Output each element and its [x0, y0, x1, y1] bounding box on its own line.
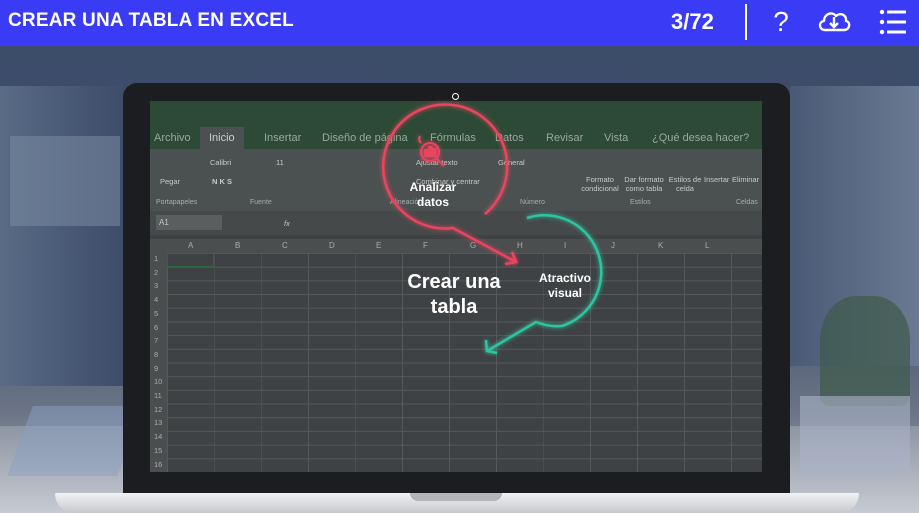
tab-formulas[interactable]: Fórmulas: [430, 132, 476, 144]
column-header[interactable]: D: [329, 241, 335, 250]
font-size-select[interactable]: 11: [276, 158, 284, 167]
name-box[interactable]: A1: [156, 215, 222, 230]
group-label: Portapapeles: [156, 199, 198, 206]
top-bar: CREAR UNA TABLA EN EXCEL 3/72 ?: [0, 0, 919, 46]
question-icon[interactable]: ?: [767, 4, 795, 40]
column-header[interactable]: B: [235, 241, 240, 250]
row-header[interactable]: 9: [154, 364, 158, 373]
fx-icon: fx: [284, 219, 290, 228]
row-header[interactable]: 5: [154, 309, 158, 318]
tab-archivo[interactable]: Archivo: [154, 132, 191, 144]
delete-cells-button[interactable]: Eliminar: [732, 175, 759, 184]
insert-cells-button[interactable]: Insertar: [704, 175, 729, 184]
tab-revisar[interactable]: Revisar: [546, 132, 583, 144]
header-divider: [745, 4, 747, 40]
laptop-notch: [410, 493, 502, 501]
row-header[interactable]: 11: [154, 391, 162, 400]
row-header[interactable]: 14: [154, 432, 162, 441]
group-label: Celdas: [736, 199, 758, 206]
menu-list-icon[interactable]: [878, 6, 908, 38]
row-header[interactable]: 13: [154, 418, 162, 427]
tab-inicio[interactable]: Inicio: [200, 127, 244, 149]
row-header[interactable]: 7: [154, 336, 158, 345]
column-header[interactable]: K: [658, 241, 663, 250]
column-header[interactable]: L: [705, 241, 709, 250]
tab-insertar[interactable]: Insertar: [264, 132, 301, 144]
row-header[interactable]: 16: [154, 460, 162, 469]
font-style-buttons[interactable]: N K S: [212, 177, 232, 186]
font-name-select[interactable]: Calibri: [210, 158, 231, 167]
slide-progress: 3/72: [671, 9, 714, 34]
laptop-camera: [452, 93, 459, 100]
cloud-download-icon[interactable]: [816, 6, 852, 38]
tab-datos[interactable]: Datos: [495, 132, 524, 144]
excel-ribbon-tabs: Archivo Inicio Insertar Diseño de página…: [150, 125, 762, 149]
paste-button[interactable]: Pegar: [160, 177, 180, 186]
row-header[interactable]: 15: [154, 446, 162, 455]
row-header[interactable]: 1: [154, 254, 158, 263]
course-title: CREAR UNA TABLA EN EXCEL: [8, 10, 294, 31]
formula-bar: fx: [150, 211, 762, 235]
selected-cell: [167, 253, 214, 267]
excel-quick-access-bar: [150, 101, 762, 125]
format-as-table-button[interactable]: Dar formato como tabla: [622, 175, 666, 193]
column-header[interactable]: F: [423, 241, 428, 250]
row-header[interactable]: 2: [154, 268, 158, 277]
node-atractivo-visual[interactable]: Atractivo visual: [530, 271, 600, 301]
column-header[interactable]: G: [470, 241, 476, 250]
row-header[interactable]: 12: [154, 405, 162, 414]
column-header[interactable]: E: [376, 241, 381, 250]
group-label: Fuente: [250, 199, 272, 206]
node-analizar-datos[interactable]: Analizar datos: [398, 180, 468, 210]
tab-diseno-pagina[interactable]: Diseño de página: [322, 132, 408, 144]
conditional-format-button[interactable]: Formato condicional: [580, 175, 620, 193]
column-header[interactable]: J: [611, 241, 615, 250]
row-header[interactable]: 6: [154, 323, 158, 332]
tell-me-search[interactable]: ¿Qué desea hacer?: [652, 132, 749, 144]
wrap-text-button[interactable]: Ajustar texto: [416, 158, 458, 167]
group-label: Estilos: [630, 199, 651, 206]
row-header[interactable]: 8: [154, 350, 158, 359]
column-header-bar: [150, 239, 762, 253]
row-header[interactable]: 3: [154, 281, 158, 290]
center-label: Crear una tabla: [407, 271, 501, 318]
column-header[interactable]: A: [188, 241, 193, 250]
number-format-select[interactable]: General: [498, 158, 525, 167]
tab-vista[interactable]: Vista: [604, 132, 628, 144]
group-label: Número: [520, 199, 545, 206]
column-header[interactable]: H: [517, 241, 523, 250]
column-header[interactable]: C: [282, 241, 288, 250]
column-header[interactable]: I: [564, 241, 566, 250]
cell-styles-button[interactable]: Estilos de celda: [668, 175, 702, 193]
row-header[interactable]: 4: [154, 295, 158, 304]
row-header[interactable]: 10: [154, 377, 162, 386]
